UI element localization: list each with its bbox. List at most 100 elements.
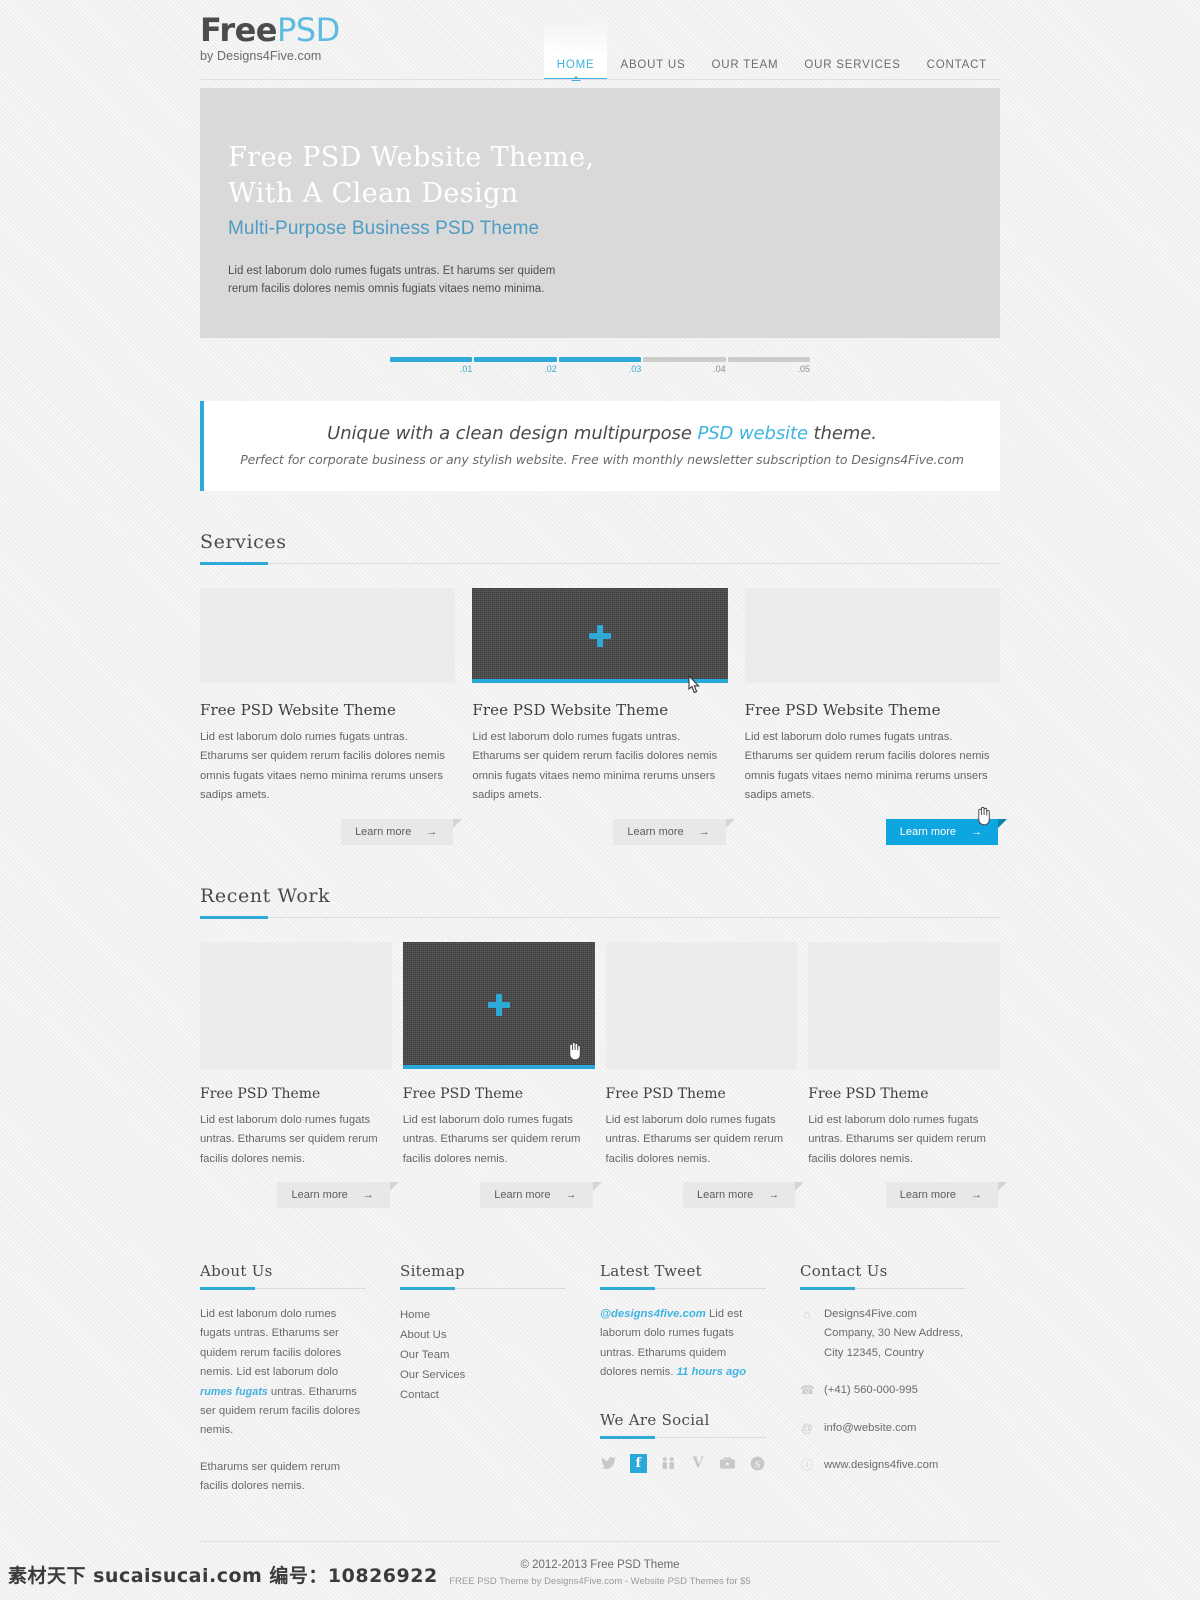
contact-email-text[interactable]: info@website.com bbox=[824, 1419, 916, 1438]
plus-icon bbox=[487, 994, 510, 1017]
work-card-thumbnail-hovered[interactable] bbox=[402, 941, 595, 1069]
facebook-glyph: f bbox=[635, 1455, 642, 1471]
services-section-header: Services bbox=[200, 531, 1000, 565]
youtube-glyph bbox=[720, 1457, 736, 1469]
slider-label-2: .02 bbox=[544, 364, 557, 374]
recent-work-section: Recent Work Free PSD Theme Lid est labor… bbox=[200, 885, 1008, 1208]
logo-free-text: Free bbox=[200, 11, 278, 49]
slider-segment-5[interactable]: .05 bbox=[727, 357, 811, 375]
nav-item-home[interactable]: HOME bbox=[543, 19, 608, 81]
site-logo[interactable]: FreePSD by Designs4Five.com bbox=[200, 14, 340, 63]
contact-website-row: ⓘ www.designs4five.com bbox=[800, 1456, 966, 1475]
learn-more-button[interactable]: Learn more → bbox=[480, 1181, 602, 1208]
footer-column-tweet: Latest Tweet @designs4five.com Lid est l… bbox=[600, 1262, 800, 1497]
work-card-thumbnail[interactable] bbox=[808, 941, 1000, 1069]
learn-more-label: Learn more bbox=[696, 1188, 754, 1201]
vimeo-icon[interactable]: V bbox=[689, 1454, 706, 1473]
youtube-icon[interactable] bbox=[719, 1454, 736, 1473]
sitemap-link-about-us[interactable]: About Us bbox=[400, 1325, 566, 1345]
work-card-thumbnail[interactable] bbox=[200, 941, 392, 1069]
footer-about-header: About Us bbox=[200, 1262, 366, 1290]
footer-about-paragraph-2: Etharums ser quidem rerum facilis dolore… bbox=[200, 1460, 341, 1493]
home-icon: ⌂ bbox=[803, 1306, 811, 1321]
stock-site-watermark: 素材天下 sucaisucai.com 编号：10826922 bbox=[8, 1565, 438, 1587]
slider-segment-3[interactable]: .03 bbox=[558, 357, 642, 375]
work-card-text: Lid est laborum dolo rumes fugats untras… bbox=[402, 1113, 581, 1165]
social-icon-row: f V S bbox=[600, 1453, 766, 1473]
learn-more-button[interactable]: Learn more → bbox=[341, 818, 463, 845]
arrow-right-icon: → bbox=[970, 825, 982, 838]
callout-headline-post: theme. bbox=[807, 423, 877, 444]
service-card-thumbnail-hovered[interactable] bbox=[472, 588, 728, 683]
slider-segment-2[interactable]: .02 bbox=[474, 357, 557, 375]
nav-item-our-team[interactable]: OUR TEAM bbox=[698, 59, 791, 80]
callout-banner: Unique with a clean design multipurpose … bbox=[200, 401, 1000, 491]
skype-glyph: S bbox=[750, 1456, 765, 1470]
hero-title-line-2: With A Clean Design bbox=[228, 177, 519, 209]
footer-sitemap-title: Sitemap bbox=[400, 1261, 465, 1280]
sitemap-link-home[interactable]: Home bbox=[400, 1305, 566, 1325]
footer-social-header: We Are Social bbox=[600, 1411, 766, 1439]
twitter-icon[interactable] bbox=[600, 1454, 617, 1473]
email-icon: @ bbox=[800, 1420, 814, 1435]
hero-slider-pagination: .01 .02 .03 .04 .05 bbox=[390, 357, 811, 375]
service-card-action-row: Learn more → bbox=[200, 818, 463, 845]
facebook-icon[interactable]: f bbox=[629, 1453, 647, 1473]
services-card-grid: Free PSD Website Theme Lid est laborum d… bbox=[200, 588, 1008, 845]
contact-website-text[interactable]: www.designs4five.com bbox=[824, 1456, 938, 1475]
svg-text:S: S bbox=[755, 1460, 760, 1470]
sitemap-link-our-team[interactable]: Our Team bbox=[400, 1345, 566, 1365]
footer-sitemap-divider bbox=[400, 1286, 566, 1290]
service-card[interactable]: Free PSD Website Theme Lid est laborum d… bbox=[744, 588, 1008, 845]
nav-item-contact[interactable]: CONTACT bbox=[914, 59, 1000, 80]
dribbble-icon[interactable] bbox=[660, 1454, 677, 1473]
callout-headline-pre: Unique with a clean design multipurpose bbox=[327, 423, 698, 444]
work-card[interactable]: Free PSD Theme Lid est laborum dolo rume… bbox=[402, 941, 602, 1208]
contact-address-text: Designs4Five.com Company, 30 New Address… bbox=[824, 1307, 964, 1359]
sitemap-link-contact[interactable]: Contact bbox=[400, 1385, 566, 1405]
arrow-right-icon: → bbox=[971, 1188, 982, 1201]
work-card-thumbnail[interactable] bbox=[605, 941, 798, 1069]
slider-bar-4 bbox=[643, 357, 726, 362]
work-card[interactable]: Free PSD Theme Lid est laborum dolo rume… bbox=[808, 941, 1008, 1208]
footer-about-inline-link[interactable]: rumes fugats bbox=[200, 1386, 268, 1398]
nav-item-our-services[interactable]: OUR SERVICES bbox=[791, 59, 913, 80]
footer-column-contact: Contact Us ⌂ Designs4Five.com Company, 3… bbox=[800, 1262, 1000, 1497]
tweet-timestamp[interactable]: 11 hours ago bbox=[677, 1366, 746, 1378]
globe-icon: ⓘ bbox=[800, 1458, 813, 1473]
arrow-right-icon: → bbox=[362, 1188, 374, 1201]
learn-more-label: Learn more bbox=[899, 1188, 956, 1201]
service-card[interactable]: Free PSD Website Theme Lid est laborum d… bbox=[200, 588, 463, 845]
work-card-title: Free PSD Theme bbox=[402, 1085, 524, 1102]
slider-segment-4[interactable]: .04 bbox=[643, 357, 726, 375]
nav-item-about-us[interactable]: ABOUT US bbox=[607, 59, 698, 80]
footer-column-about: About Us Lid est laborum dolo rumes fuga… bbox=[200, 1262, 400, 1497]
footer-column-sitemap: Sitemap Home About Us Our Team Our Servi… bbox=[400, 1262, 600, 1497]
slider-bar-2 bbox=[474, 357, 557, 362]
work-card[interactable]: Free PSD Theme Lid est laborum dolo rume… bbox=[200, 941, 400, 1208]
learn-more-button[interactable]: Learn more → bbox=[277, 1181, 400, 1208]
logo-psd-text: PSD bbox=[277, 11, 340, 49]
service-card-title: Free PSD Website Theme bbox=[472, 701, 669, 719]
arrow-right-icon: → bbox=[698, 825, 710, 838]
sitemap-link-our-services[interactable]: Our Services bbox=[400, 1365, 566, 1385]
footer-about-divider bbox=[200, 1286, 366, 1290]
learn-more-button-active[interactable]: Learn more → bbox=[885, 818, 1008, 845]
service-card-thumbnail[interactable] bbox=[200, 588, 456, 683]
tweet-handle-link[interactable]: @designs4five.com bbox=[600, 1308, 706, 1320]
work-card-action-row: Learn more → bbox=[403, 1181, 602, 1208]
footer-tweet-header: Latest Tweet bbox=[600, 1262, 766, 1290]
twitter-bird-glyph bbox=[600, 1456, 616, 1469]
hero-body-text: Lid est laborum dolo rumes fugats untras… bbox=[228, 262, 558, 299]
work-card[interactable]: Free PSD Theme Lid est laborum dolo rume… bbox=[605, 941, 805, 1208]
learn-more-button[interactable]: Learn more → bbox=[885, 1181, 1008, 1208]
learn-more-button[interactable]: Learn more → bbox=[682, 1181, 805, 1208]
skype-icon[interactable]: S bbox=[749, 1454, 766, 1473]
learn-more-button[interactable]: Learn more → bbox=[613, 818, 735, 845]
plus-icon bbox=[588, 624, 611, 647]
callout-headline-link[interactable]: PSD website bbox=[697, 423, 808, 444]
slider-segment-1[interactable]: .01 bbox=[390, 357, 473, 375]
service-card[interactable]: Free PSD Website Theme Lid est laborum d… bbox=[472, 588, 735, 845]
service-card-thumbnail[interactable] bbox=[744, 588, 1000, 683]
service-card-action-row: Learn more → bbox=[472, 818, 735, 845]
